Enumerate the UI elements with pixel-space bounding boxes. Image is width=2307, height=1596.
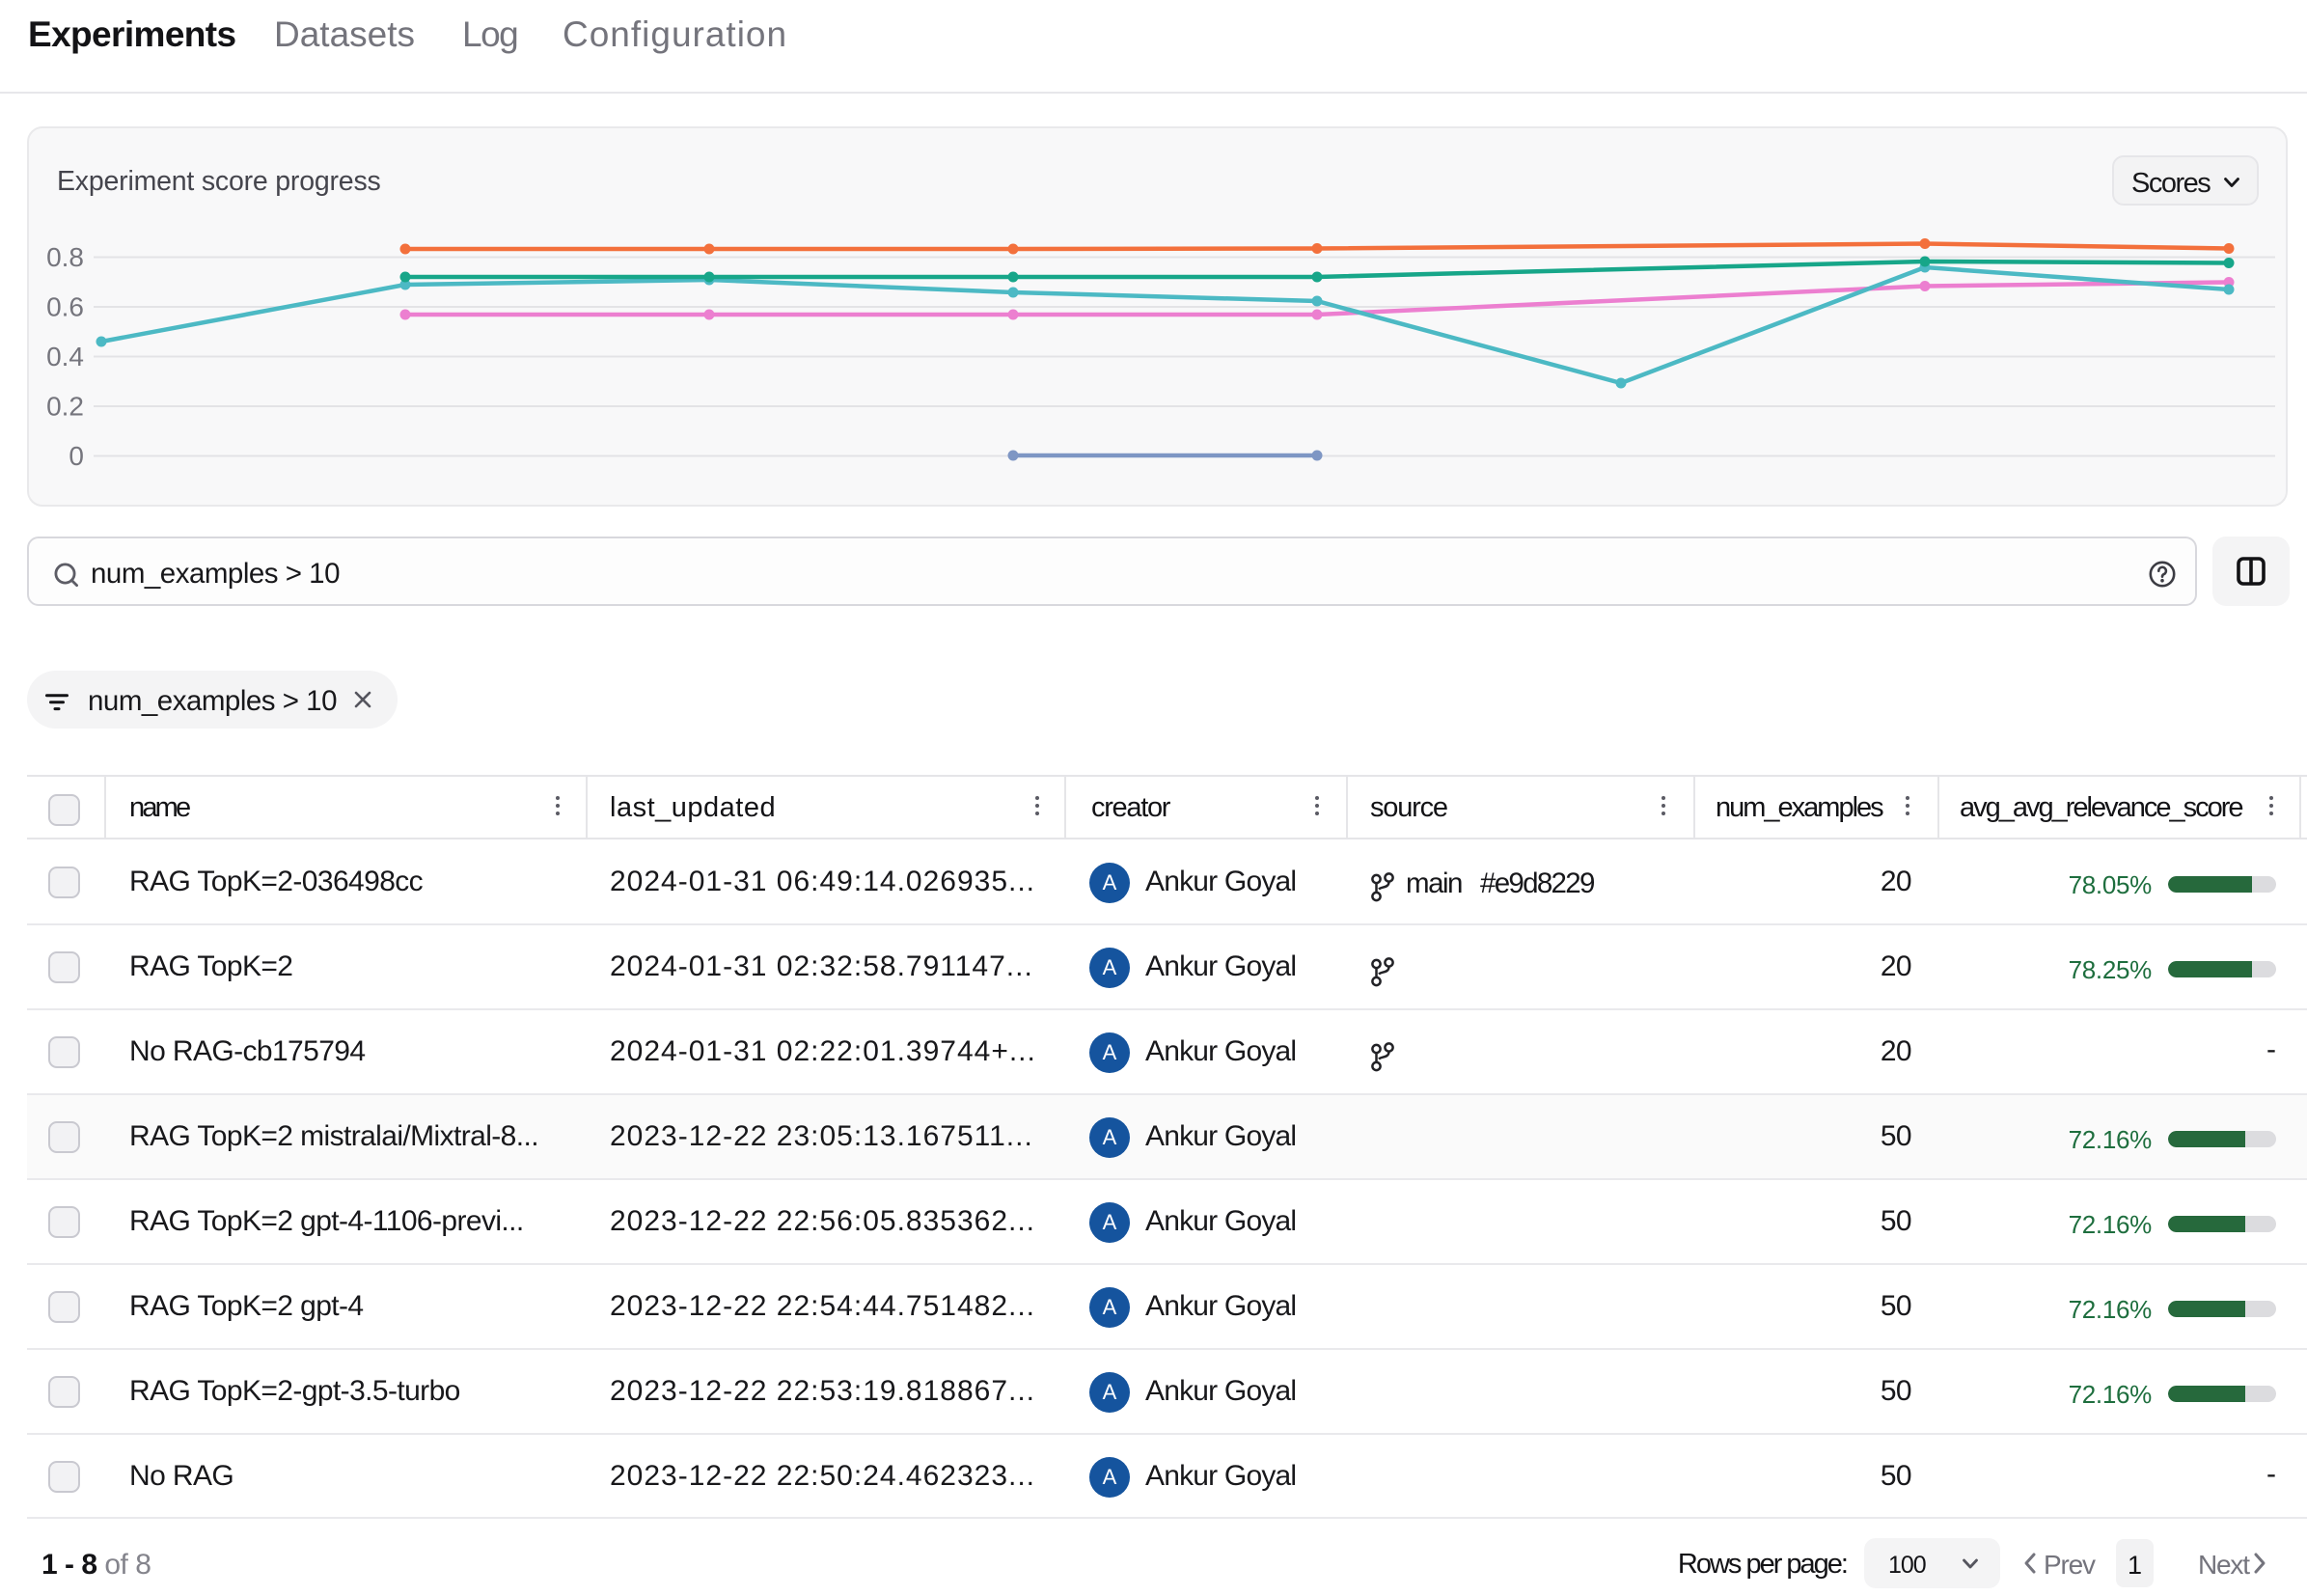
svg-text:0.6: 0.6	[46, 292, 84, 322]
svg-text:0.2: 0.2	[46, 392, 84, 422]
svg-text:0: 0	[69, 441, 84, 471]
svg-text:0.4: 0.4	[46, 342, 84, 371]
svg-text:0.8: 0.8	[46, 242, 84, 272]
